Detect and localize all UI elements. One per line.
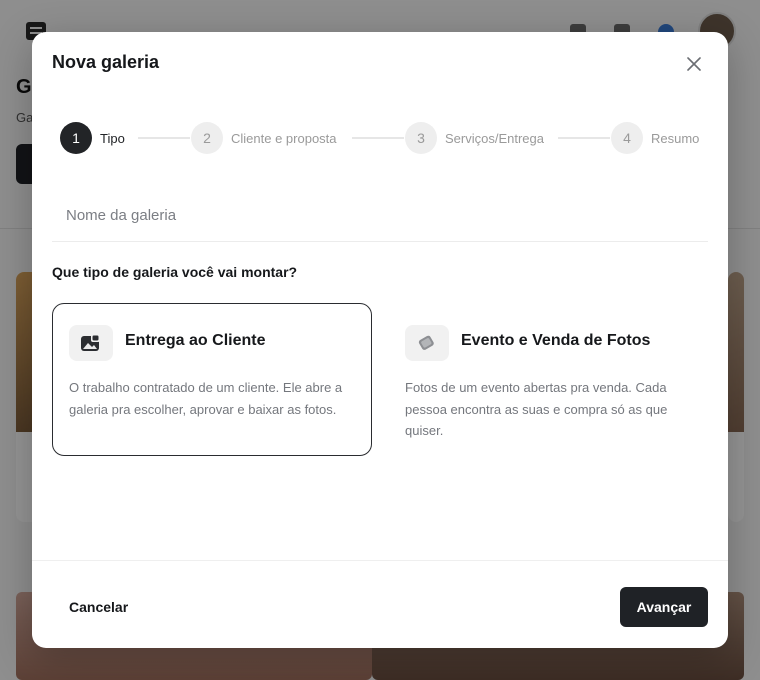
step-label: Cliente e proposta: [231, 130, 337, 146]
option-description: O trabalho contratado de um cliente. Ele…: [69, 380, 343, 417]
gallery-type-question: Que tipo de galeria você vai montar?: [52, 264, 298, 280]
photo-delivery-icon: [69, 325, 113, 361]
event-photos-icon: [405, 325, 449, 361]
option-description: Fotos de um evento abertas pra venda. Ca…: [405, 380, 668, 438]
cancel-button[interactable]: Cancelar: [60, 591, 137, 623]
close-icon: [687, 57, 701, 71]
option-event-photo-sale[interactable]: Evento e Venda de Fotos Fotos de um even…: [388, 303, 708, 456]
step-label: Serviços/Entrega: [445, 130, 544, 146]
step-connector: [138, 137, 190, 139]
step-tipo: 1 Tipo: [60, 121, 125, 155]
step-connector: [352, 137, 404, 139]
next-button[interactable]: Avançar: [620, 587, 708, 627]
close-button[interactable]: [682, 52, 706, 76]
new-gallery-modal: Nova galeria 1 Tipo 2 Cliente e proposta…: [32, 32, 728, 648]
step-number: 1: [60, 122, 92, 154]
gallery-name-input[interactable]: [52, 190, 708, 242]
option-title: Entrega ao Cliente: [125, 332, 266, 349]
step-connector: [558, 137, 610, 139]
footer-divider: [32, 560, 728, 561]
option-client-delivery[interactable]: Entrega ao Cliente O trabalho contratado…: [52, 303, 372, 456]
step-servicos-entrega: 3 Serviços/Entrega: [405, 121, 544, 155]
step-number: 3: [405, 122, 437, 154]
step-label: Resumo: [651, 130, 700, 146]
step-label: Tipo: [100, 130, 125, 146]
option-title: Evento e Venda de Fotos: [461, 332, 651, 349]
modal-title: Nova galeria: [52, 52, 160, 72]
step-number: 4: [611, 122, 643, 154]
step-cliente-proposta: 2 Cliente e proposta: [191, 121, 337, 155]
step-number: 2: [191, 122, 223, 154]
step-resumo: 4 Resumo: [611, 121, 699, 155]
stepper: 1 Tipo 2 Cliente e proposta 3 Serviços/E…: [60, 121, 700, 155]
